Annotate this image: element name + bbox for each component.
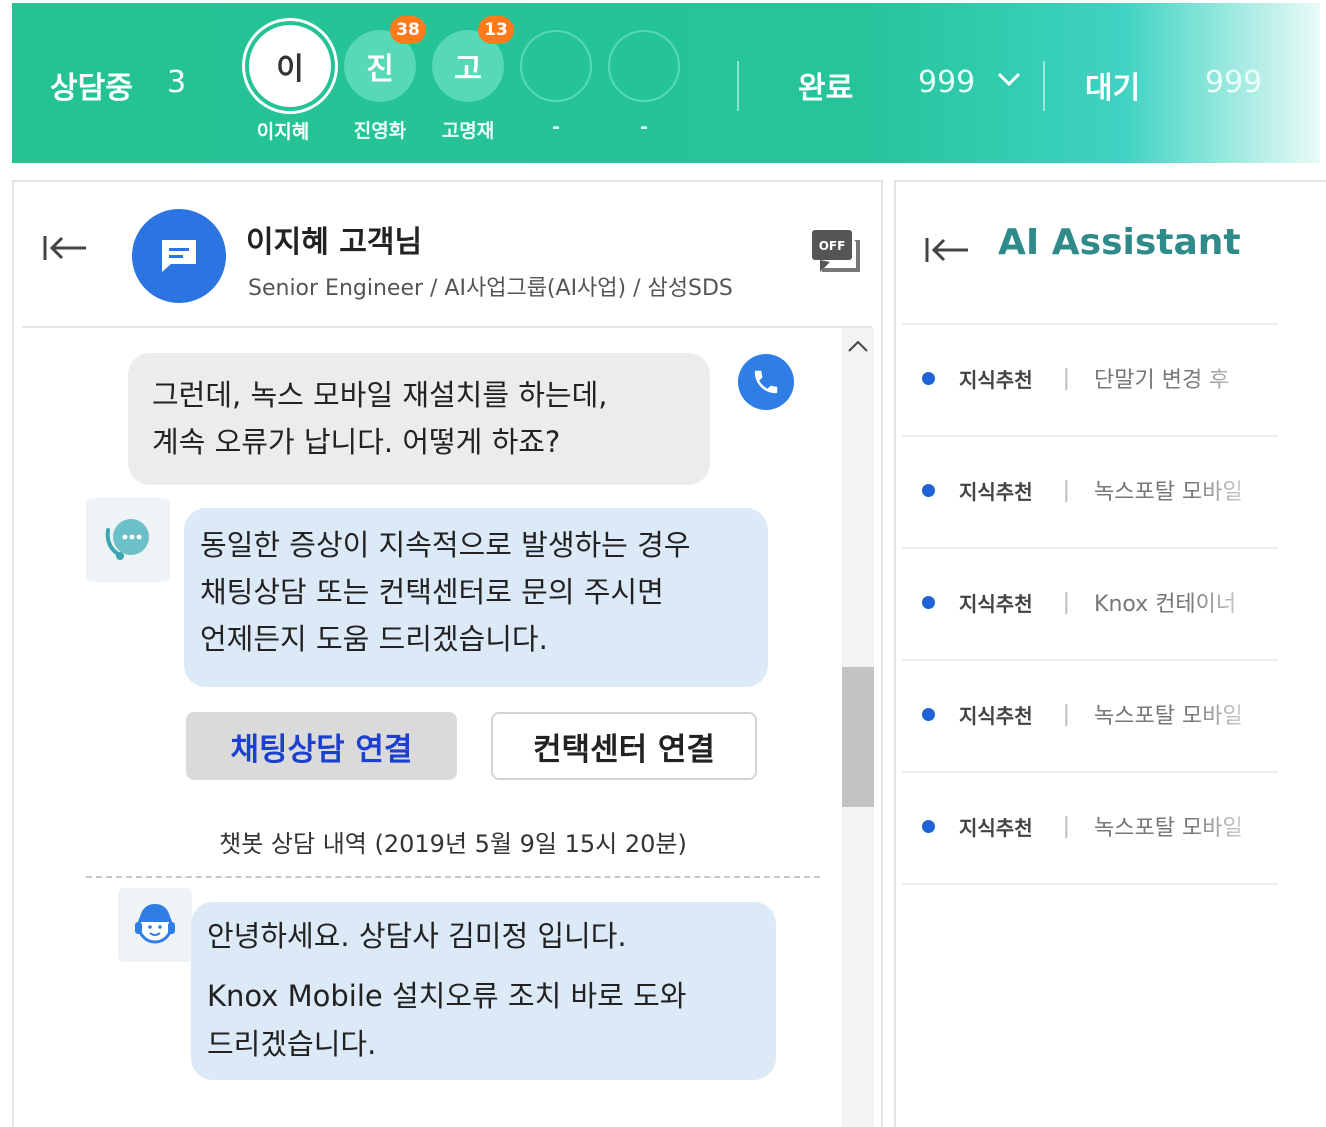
done-label: 완료 bbox=[798, 71, 854, 106]
knowledge-item[interactable]: 지식추천 | 단말기 변경 후 bbox=[922, 358, 1282, 398]
knowledge-item[interactable]: 지식추천 | 녹스포탈 모바일 bbox=[922, 806, 1282, 846]
knowledge-title: 녹스포탈 모바일 bbox=[1094, 704, 1243, 729]
agent-avatar-4-empty bbox=[520, 30, 592, 102]
agent-slot-4[interactable]: - bbox=[518, 30, 594, 138]
message-line: 계속 오류가 납니다. 어떻게 하죠? bbox=[152, 425, 561, 459]
message-line: 동일한 증상이 지속적으로 발생하는 경우 bbox=[200, 528, 691, 562]
header-divider bbox=[22, 326, 872, 328]
agent-slot-3[interactable]: 고 13 고명재 bbox=[430, 16, 514, 143]
separator: | bbox=[1062, 365, 1071, 391]
agent-name-5: - bbox=[640, 116, 648, 138]
knowledge-category: 지식추천 bbox=[959, 703, 1033, 728]
ai-assistant-title: AI Assistant bbox=[998, 222, 1241, 263]
knowledge-title: 녹스포탈 모바일 bbox=[1094, 480, 1243, 505]
separator: | bbox=[1062, 477, 1071, 503]
knowledge-item[interactable]: 지식추천 | Knox 컨테이너 bbox=[922, 582, 1282, 622]
customer-avatar-chat-icon bbox=[132, 209, 226, 303]
knowledge-title: 단말기 변경 후 bbox=[1094, 368, 1230, 393]
wait-count: 999 bbox=[1205, 65, 1263, 100]
message-line-part: 드리겠습니다. bbox=[207, 1027, 377, 1061]
chat-off-icon[interactable]: OFF bbox=[810, 228, 862, 282]
agent-name-4: - bbox=[552, 116, 560, 138]
chat-connect-button[interactable]: 채팅상담 연결 bbox=[186, 712, 457, 780]
knowledge-title: 녹스포탈 모바일 bbox=[1094, 816, 1243, 841]
divider bbox=[902, 659, 1278, 661]
agent-headset-avatar-icon bbox=[118, 888, 192, 962]
in-progress-label: 상담중 bbox=[50, 71, 133, 106]
message-line: 언제든지 도움 드리겠습니다. bbox=[200, 622, 548, 656]
ai-assistant-panel: AI Assistant 지식추천 | 단말기 변경 후 지식추천 | 녹스포탈… bbox=[894, 180, 1326, 1127]
agent-slot-5[interactable]: - bbox=[606, 30, 682, 138]
message-line: 그런데, 녹스 모바일 재설치를 하는데, bbox=[152, 378, 608, 412]
chatbot-message-bubble: 동일한 증상이 지속적으로 발생하는 경우 채팅상담 또는 컨택센터로 문의 주… bbox=[184, 508, 768, 687]
divider bbox=[902, 323, 1278, 325]
top-status-bar: 상담중 3 이 이지혜 진 38 진영화 고 13 고명재 - - 완료 999… bbox=[12, 3, 1320, 163]
customer-message-bubble: 그런데, 녹스 모바일 재설치를 하는데, 계속 오류가 납니다. 어떻게 하죠… bbox=[128, 353, 710, 485]
separator: | bbox=[1062, 813, 1071, 839]
agent-message-bubble: 안녕하세요. 상담사 김미정 입니다. Knox Mobile 설치오류 조치 … bbox=[191, 902, 776, 1080]
divider bbox=[902, 435, 1278, 437]
scrollbar-thumb[interactable] bbox=[842, 667, 874, 807]
divider bbox=[902, 883, 1278, 885]
unread-badge-3: 13 bbox=[478, 16, 514, 44]
separator: | bbox=[1062, 701, 1071, 727]
bullet-icon bbox=[922, 371, 935, 385]
agent-name-1: 이지혜 bbox=[256, 121, 310, 143]
chat-panel: 이지혜 고객님 Senior Engineer / AI사업그룹(AI사업) /… bbox=[12, 180, 883, 1127]
divider bbox=[902, 771, 1278, 773]
message-line: Knox Mobile 설치오류 조치 바로 도와드리겠습니다. bbox=[207, 972, 760, 1068]
phone-icon[interactable] bbox=[738, 354, 794, 410]
chatbot-avatar-icon bbox=[86, 498, 170, 582]
collapse-left-icon[interactable] bbox=[924, 234, 970, 274]
knowledge-category: 지식추천 bbox=[959, 815, 1033, 840]
history-divider bbox=[86, 876, 820, 878]
bullet-icon bbox=[922, 483, 935, 497]
agent-avatar-1: 이 bbox=[245, 21, 335, 111]
separator: | bbox=[1062, 589, 1071, 615]
divider bbox=[1043, 61, 1045, 111]
divider bbox=[902, 547, 1278, 549]
agent-slot-2[interactable]: 진 38 진영화 bbox=[342, 16, 426, 143]
bullet-icon bbox=[922, 707, 935, 721]
wait-label: 대기 bbox=[1085, 71, 1141, 106]
message-line: 채팅상담 또는 컨택센터로 문의 주시면 bbox=[200, 575, 664, 609]
unread-badge-2: 38 bbox=[390, 16, 426, 44]
knowledge-category: 지식추천 bbox=[959, 367, 1033, 392]
knowledge-item[interactable]: 지식추천 | 녹스포탈 모바일 bbox=[922, 694, 1282, 734]
knowledge-item[interactable]: 지식추천 | 녹스포탈 모바일 bbox=[922, 470, 1282, 510]
message-line-part: Knox Mobile 설치오류 조치 바로 도와 bbox=[207, 979, 687, 1013]
agent-name-2: 진영화 bbox=[353, 120, 407, 142]
knowledge-title: Knox 컨테이너 bbox=[1094, 592, 1237, 617]
knowledge-category: 지식추천 bbox=[959, 591, 1033, 616]
in-progress-count: 3 bbox=[167, 65, 187, 100]
chatbot-history-label: 챗봇 상담 내역 (2019년 5월 9일 15시 20분) bbox=[219, 830, 687, 858]
bullet-icon bbox=[922, 819, 935, 833]
collapse-left-icon[interactable] bbox=[42, 232, 88, 272]
customer-name: 이지혜 고객님 bbox=[246, 225, 423, 260]
bullet-icon bbox=[922, 595, 935, 609]
contact-center-connect-button[interactable]: 컨택센터 연결 bbox=[491, 712, 757, 780]
divider bbox=[737, 61, 739, 111]
agent-avatar-5-empty bbox=[608, 30, 680, 102]
agent-slot-1[interactable]: 이 이지혜 bbox=[245, 21, 335, 144]
scroll-up-icon[interactable] bbox=[842, 334, 874, 359]
agent-name-3: 고명재 bbox=[441, 120, 495, 142]
message-line: 안녕하세요. 상담사 김미정 입니다. bbox=[207, 919, 627, 953]
customer-affiliation: Senior Engineer / AI사업그룹(AI사업) / 삼성SDS bbox=[248, 276, 733, 301]
chevron-down-icon[interactable] bbox=[996, 65, 1022, 95]
off-label: OFF bbox=[819, 239, 846, 253]
knowledge-category: 지식추천 bbox=[959, 479, 1033, 504]
done-count: 999 bbox=[918, 65, 976, 100]
